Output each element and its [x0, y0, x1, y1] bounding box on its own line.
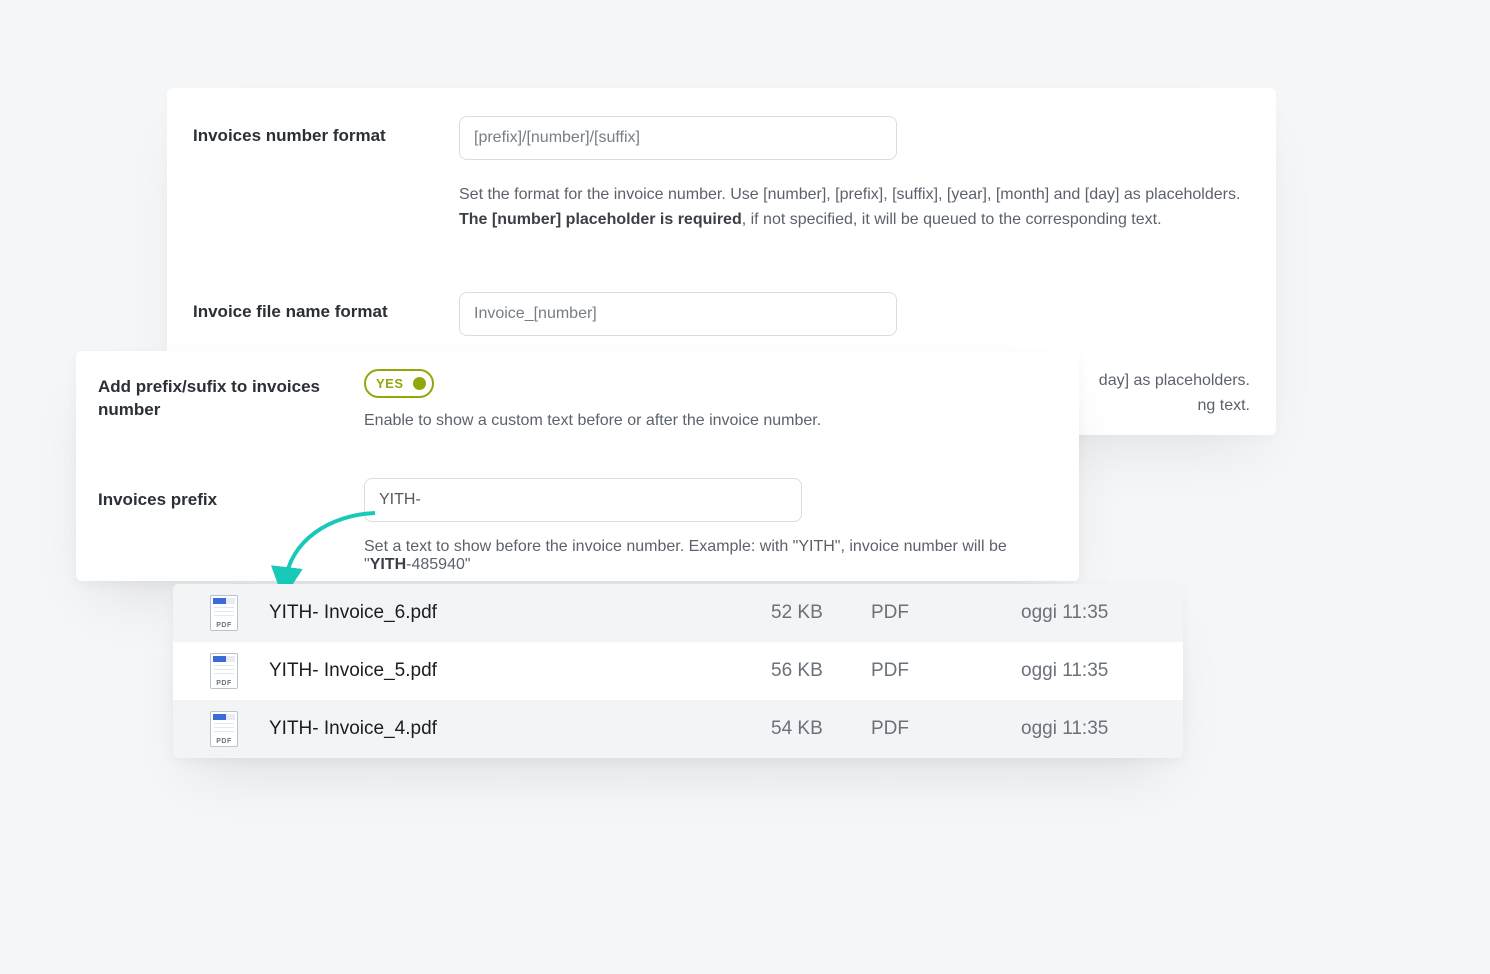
file-row[interactable]: YITH- Invoice_5.pdf56 KBPDFoggi 11:35: [173, 642, 1183, 700]
file-row[interactable]: YITH- Invoice_4.pdf54 KBPDFoggi 11:35: [173, 700, 1183, 758]
file-name: YITH- Invoice_6.pdf: [269, 602, 771, 624]
settings-panel-lower: Add prefix/sufix to invoices number YES …: [76, 351, 1079, 581]
file-date: oggi 11:35: [1021, 718, 1161, 740]
pdf-file-icon: [209, 711, 239, 747]
setting-row-prefix-toggle: Add prefix/sufix to invoices number YES …: [98, 369, 1057, 430]
setting-row-invoices-prefix: Invoices prefix Set a text to show befor…: [98, 478, 1057, 574]
help-text: , if not specified, it will be queued to…: [742, 211, 1162, 228]
field-help: Enable to show a custom text before or a…: [364, 412, 1057, 430]
invoice-filename-format-input[interactable]: [459, 292, 897, 336]
file-name: YITH- Invoice_5.pdf: [269, 660, 771, 682]
file-kind: PDF: [871, 660, 1021, 682]
field-label: Invoices number format: [193, 116, 459, 232]
file-name: YITH- Invoice_4.pdf: [269, 718, 771, 740]
file-size: 56 KB: [771, 660, 871, 682]
field-body: Set the format for the invoice number. U…: [459, 116, 1250, 232]
setting-row-invoice-filename-format: Invoice file name format: [193, 292, 1250, 336]
file-size: 52 KB: [771, 602, 871, 624]
setting-row-invoice-number-format: Invoices number format Set the format fo…: [193, 116, 1250, 232]
toggle-label: YES: [376, 376, 404, 391]
invoices-prefix-input[interactable]: [364, 478, 802, 522]
help-text-peek: day] as placeholders.: [1099, 368, 1250, 393]
field-body: [459, 292, 1250, 336]
help-text: -485940": [406, 556, 470, 573]
pdf-file-icon: [209, 653, 239, 689]
prefix-suffix-toggle[interactable]: YES: [364, 369, 434, 398]
file-kind: PDF: [871, 718, 1021, 740]
field-help: Set a text to show before the invoice nu…: [364, 538, 1057, 574]
field-label: Add prefix/sufix to invoices number: [98, 369, 364, 430]
help-text-bold: The [number] placeholder is required: [459, 211, 742, 228]
help-text-peek: ng text.: [1099, 393, 1250, 418]
invoice-number-format-input[interactable]: [459, 116, 897, 160]
help-text: Set the format for the invoice number. U…: [459, 186, 1240, 203]
field-body: YES Enable to show a custom text before …: [364, 369, 1057, 430]
file-list: YITH- Invoice_6.pdf52 KBPDFoggi 11:35YIT…: [173, 584, 1183, 758]
help-text-bold: YITH: [370, 556, 406, 573]
file-row[interactable]: YITH- Invoice_6.pdf52 KBPDFoggi 11:35: [173, 584, 1183, 642]
pdf-file-icon: [209, 595, 239, 631]
file-date: oggi 11:35: [1021, 602, 1161, 624]
file-date: oggi 11:35: [1021, 660, 1161, 682]
field-body: Set a text to show before the invoice nu…: [364, 478, 1057, 574]
field-label: Invoice file name format: [193, 292, 459, 336]
field-help: Set the format for the invoice number. U…: [459, 182, 1250, 232]
file-kind: PDF: [871, 602, 1021, 624]
field-label: Invoices prefix: [98, 478, 364, 574]
toggle-dot-icon: [413, 377, 426, 390]
file-size: 54 KB: [771, 718, 871, 740]
